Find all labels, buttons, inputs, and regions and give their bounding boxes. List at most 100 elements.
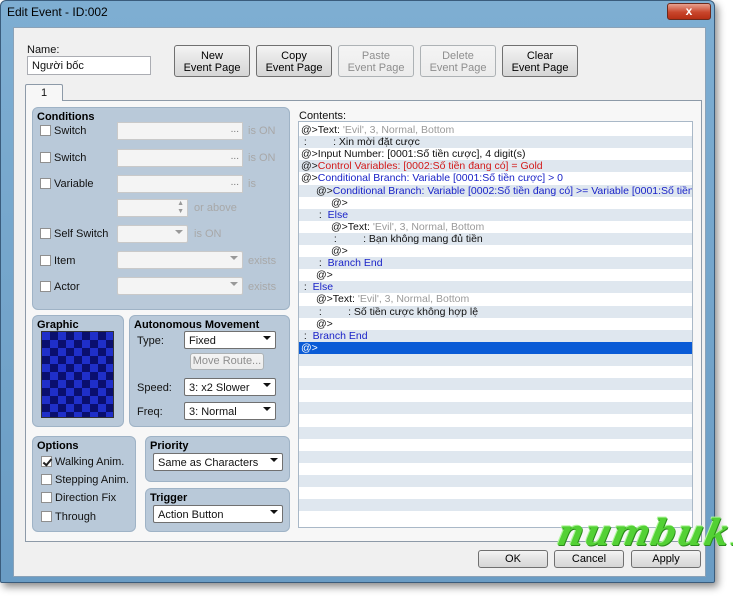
window-title: Edit Event - ID:002	[7, 5, 108, 19]
delete-button-label-2: Event Page	[429, 62, 487, 74]
stepping-anim-label: Stepping Anim.	[55, 474, 129, 486]
through-checkbox[interactable]	[41, 511, 52, 522]
through-label: Through	[55, 511, 96, 523]
command-row[interactable]: @>Text: 'Evil', 3, Normal, Bottom	[299, 221, 692, 233]
command-row[interactable]: : Branch End	[299, 257, 692, 270]
command-row[interactable]: : Else	[299, 208, 692, 221]
variable-field[interactable]: ...	[117, 175, 243, 193]
priority-title: Priority	[150, 440, 189, 452]
command-row[interactable]	[299, 450, 692, 463]
command-row[interactable]	[299, 439, 692, 451]
actor-dropdown[interactable]	[117, 277, 243, 295]
command-row[interactable]: : Else	[299, 281, 692, 294]
clear-event-page-button[interactable]: Clear Event Page	[502, 45, 578, 77]
freq-label: Freq:	[137, 406, 163, 418]
ok-button[interactable]: OK	[478, 550, 548, 568]
command-text: @>	[301, 172, 318, 185]
switch1-suffix: is ON	[248, 125, 276, 137]
new-event-page-button[interactable]: New Event Page	[174, 45, 250, 77]
command-row[interactable]: @>	[299, 269, 692, 281]
options-title: Options	[37, 440, 79, 452]
actor-label: Actor	[54, 281, 80, 293]
switch1-field[interactable]: ...	[117, 122, 243, 140]
command-row[interactable]: @>Conditional Branch: Variable [0001:Số …	[299, 172, 692, 184]
switch1-checkbox[interactable]	[40, 125, 51, 136]
command-row[interactable]	[299, 366, 692, 378]
type-label: Type:	[137, 335, 164, 347]
chevron-down-icon	[230, 282, 238, 286]
conditions-title: Conditions	[37, 111, 95, 123]
command-row[interactable]: @>Input Number: [0001:Số tiền cược], 4 d…	[299, 148, 692, 160]
movement-type-dropdown[interactable]: Fixed	[184, 331, 276, 349]
walking-anim-label: Walking Anim.	[55, 456, 125, 468]
stepping-anim-checkbox[interactable]	[41, 474, 52, 485]
command-row[interactable]	[299, 463, 692, 475]
walking-anim-checkbox[interactable]	[41, 456, 52, 467]
event-command-list[interactable]: @>Text: 'Evil', 3, Normal, Bottom : : Xi…	[298, 121, 693, 528]
command-row[interactable]	[299, 487, 692, 499]
copy-event-page-button[interactable]: Copy Event Page	[256, 45, 332, 77]
new-button-label-2: Event Page	[183, 62, 241, 74]
freq-dropdown[interactable]: 3: Normal	[184, 402, 276, 420]
command-row[interactable]: @>	[299, 197, 692, 209]
item-checkbox[interactable]	[40, 255, 51, 266]
name-input[interactable]: Người bốc	[27, 56, 151, 75]
command-row[interactable]: @>	[299, 341, 692, 354]
self-switch-dropdown[interactable]	[117, 225, 188, 243]
paste-button-label-2: Event Page	[347, 62, 405, 74]
command-text: :	[316, 257, 328, 270]
tab-page-1-label: 1	[40, 87, 48, 99]
self-switch-checkbox[interactable]	[40, 228, 51, 239]
trigger-dropdown[interactable]: Action Button	[153, 505, 283, 523]
graphic-title: Graphic	[37, 319, 79, 331]
command-text: @>Input Number: [0001:Số tiền cược], 4 d…	[301, 148, 526, 161]
command-row[interactable]	[299, 474, 692, 487]
command-text: Branch End	[312, 329, 368, 342]
chevron-down-icon	[263, 336, 271, 340]
priority-dropdown[interactable]: Same as Characters	[153, 453, 283, 471]
variable-value-spinner[interactable]: ▲ ▼	[117, 199, 188, 217]
command-row[interactable]	[299, 402, 692, 415]
paste-event-page-button[interactable]: Paste Event Page	[338, 45, 414, 77]
graphic-preview[interactable]	[41, 331, 114, 418]
speed-dropdown[interactable]: 3: x2 Slower	[184, 378, 276, 396]
chevron-down-icon	[175, 230, 183, 234]
command-row[interactable]	[299, 499, 692, 512]
command-row[interactable]	[299, 414, 692, 426]
command-row[interactable]: @>Control Variables: [0002:Số tiền đang …	[299, 160, 692, 173]
actor-suffix: exists	[248, 281, 277, 293]
command-row[interactable]: : Branch End	[299, 329, 692, 342]
move-route-button[interactable]: Move Route...	[190, 353, 264, 370]
command-row[interactable]: @>Text: 'Evil', 3, Normal, Bottom	[299, 124, 692, 136]
ellipsis-icon: ...	[230, 151, 239, 162]
switch2-checkbox[interactable]	[40, 152, 51, 163]
command-row[interactable]: @>	[299, 318, 692, 330]
item-dropdown[interactable]	[117, 251, 243, 269]
command-row[interactable]	[299, 378, 692, 391]
variable-checkbox[interactable]	[40, 178, 51, 189]
command-row[interactable]: @>Text: 'Evil', 3, Normal, Bottom	[299, 293, 692, 305]
command-row[interactable]	[299, 353, 692, 366]
self-switch-label: Self Switch	[54, 228, 109, 240]
tab-page-1[interactable]: 1	[25, 84, 63, 101]
chevron-down-icon	[263, 383, 271, 387]
title-bar[interactable]: Edit Event - ID:002 x	[1, 1, 716, 23]
direction-fix-checkbox[interactable]	[41, 492, 52, 503]
command-text: @>	[316, 317, 333, 330]
item-label: Item	[54, 255, 76, 267]
command-row[interactable]	[299, 426, 692, 439]
actor-checkbox[interactable]	[40, 281, 51, 292]
delete-event-page-button[interactable]: Delete Event Page	[420, 45, 496, 77]
command-row[interactable]: : : Xin mời đặt cược	[299, 136, 692, 149]
command-row[interactable]: @>	[299, 245, 692, 257]
ellipsis-icon: ...	[230, 177, 239, 188]
delete-button-label-1: Delete	[442, 50, 474, 62]
command-row[interactable]	[299, 390, 692, 402]
command-row[interactable]: : : Số tiền cược không hợp lệ	[299, 305, 692, 318]
command-row[interactable]: @>Conditional Branch: Variable [0002:Số …	[299, 184, 692, 197]
command-row[interactable]: : : Bạn không mang đủ tiền	[299, 232, 692, 245]
command-text: @>	[301, 160, 318, 173]
close-button[interactable]: x	[667, 3, 711, 20]
command-text: : : Xin mời đặt cược	[301, 136, 420, 149]
switch2-field[interactable]: ...	[117, 149, 243, 167]
